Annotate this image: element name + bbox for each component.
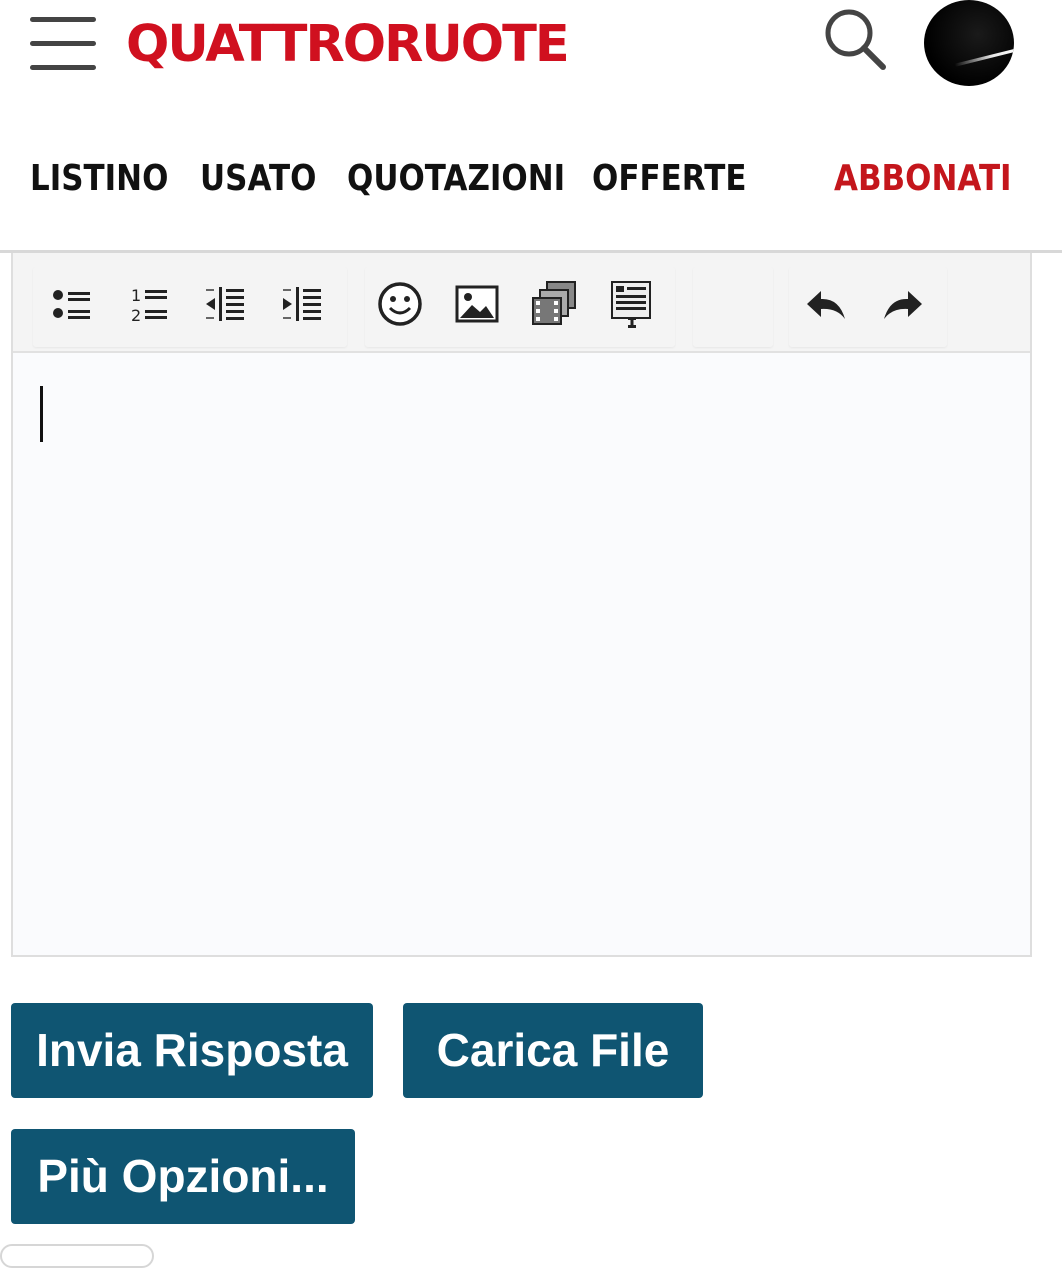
text-caret <box>40 386 43 442</box>
site-header: QUATTRORUOTE <box>0 0 1062 100</box>
menu-icon[interactable] <box>30 17 96 71</box>
nav-item-abbonati[interactable]: ABBONATI <box>834 150 1012 208</box>
nav-item-listino[interactable]: LISTINO <box>30 150 168 208</box>
main-nav: LISTINO USATO QUOTAZIONI OFFERTE ABBONAT… <box>0 150 1062 210</box>
image-icon[interactable] <box>450 277 504 331</box>
site-logo[interactable]: QUATTRORUOTE <box>126 12 570 78</box>
media-icon[interactable] <box>527 277 581 331</box>
numbered-list-icon[interactable]: 1 2 <box>123 277 177 331</box>
more-options-button[interactable]: Più Opzioni... <box>11 1129 355 1224</box>
bottom-tab-edge <box>0 1244 154 1268</box>
reply-editor: 1 2 <box>11 253 1032 957</box>
svg-text:2: 2 <box>131 306 141 325</box>
outdent-icon[interactable] <box>200 277 254 331</box>
nav-item-offerte[interactable]: OFFERTE <box>592 150 746 208</box>
editor-text-area[interactable] <box>13 353 1030 955</box>
smiley-icon[interactable] <box>373 277 427 331</box>
nav-item-quotazioni[interactable]: QUOTAZIONI <box>347 150 565 208</box>
send-reply-button[interactable]: Invia Risposta <box>11 1003 373 1098</box>
svg-text:1: 1 <box>131 286 141 305</box>
bulleted-list-icon[interactable] <box>46 277 100 331</box>
editor-toolbar: 1 2 <box>13 253 1030 353</box>
indent-icon[interactable] <box>277 277 331 331</box>
nav-item-usato[interactable]: USATO <box>200 150 316 208</box>
search-icon[interactable] <box>822 6 888 72</box>
template-icon[interactable] <box>604 277 658 331</box>
toolbar-group-empty <box>693 267 773 347</box>
undo-icon[interactable] <box>799 277 853 331</box>
upload-file-button[interactable]: Carica File <box>403 1003 703 1098</box>
avatar[interactable] <box>924 0 1014 86</box>
redo-icon[interactable] <box>876 277 930 331</box>
